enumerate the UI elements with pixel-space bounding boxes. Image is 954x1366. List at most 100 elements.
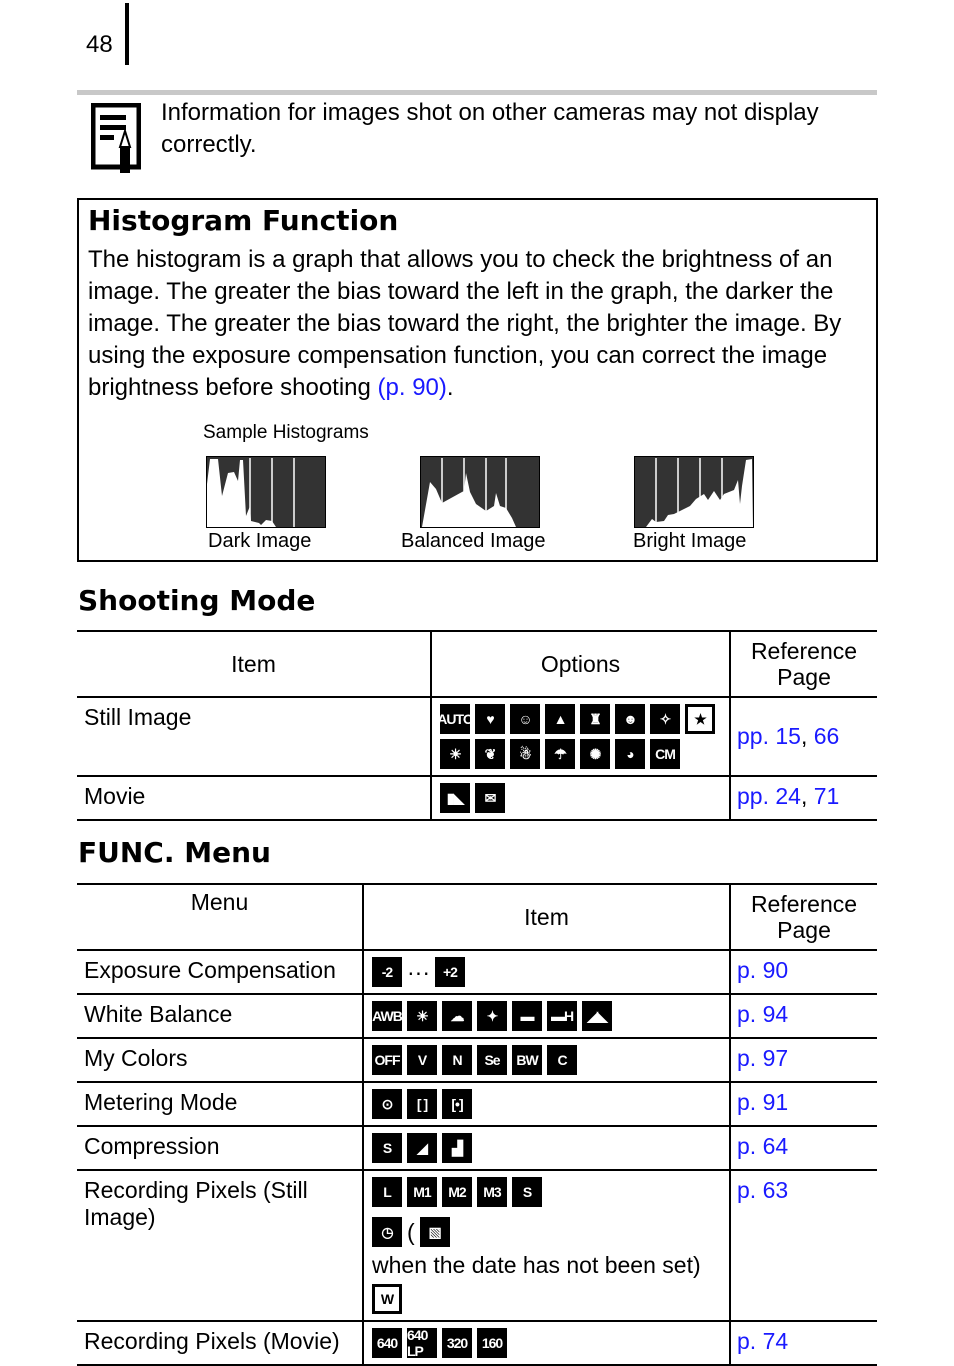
page-link-66[interactable]: 66 xyxy=(814,723,840,749)
row-items: 640 640 LP 320 160 xyxy=(362,1320,730,1366)
sunset-icon: ☀ xyxy=(440,739,470,769)
func-menu-table: Menu Item Reference Page Exposure Compen… xyxy=(77,883,877,1366)
note-text: Information for images shot on other cam… xyxy=(161,99,819,158)
balanced-image-caption: Balanced Image xyxy=(401,530,546,552)
note-pencil-icon xyxy=(91,103,141,173)
awb-icon: AWB xyxy=(372,1001,402,1031)
m2-icon: M2 xyxy=(442,1177,472,1207)
row-options: ▮◣ ✉ xyxy=(430,775,730,821)
indoor-party-icon: ✧ xyxy=(650,704,680,734)
shooting-mode-title: Shooting Mode xyxy=(78,584,316,617)
page-number-bar xyxy=(125,3,129,65)
histogram-function-box: Histogram Function The histogram is a gr… xyxy=(77,198,878,562)
date-stamp-icon: ◷ xyxy=(372,1217,402,1247)
row-items: AWB ☀ ☁ ✦ ▬ ▬H ◢◣ xyxy=(362,993,730,1039)
histogram-title: Histogram Function xyxy=(88,204,399,237)
page-link-90[interactable]: (p. 90) xyxy=(378,374,447,401)
tungsten-icon: ✦ xyxy=(477,1001,507,1031)
row-reference-link[interactable]: p. 64 xyxy=(729,1125,877,1171)
2-icon: +2 xyxy=(434,957,465,987)
special-scene-star-icon: ★ xyxy=(685,704,715,734)
header-options: Options xyxy=(430,630,730,698)
table-header-row: Item Options Reference Page xyxy=(77,630,877,698)
fine-icon: ◢ xyxy=(407,1133,437,1163)
underwater-icon: ◕ xyxy=(615,739,645,769)
row-menu: My Colors xyxy=(77,1037,363,1083)
movie-camera-icon: ▮◣ xyxy=(440,783,470,813)
landscape-icon: ▲ xyxy=(545,704,575,734)
header-item: Item xyxy=(77,630,431,698)
postcard-icon: ▧ xyxy=(419,1217,450,1247)
l-icon: L xyxy=(372,1177,402,1207)
v-icon: V xyxy=(407,1045,437,1075)
fluorescent-icon: ▬ xyxy=(512,1001,542,1031)
row-items: OFF V N Se BW C xyxy=(362,1037,730,1083)
sample-histograms-label: Sample Histograms xyxy=(203,422,369,443)
daylight-icon: ☀ xyxy=(407,1001,437,1031)
table-row: Recording Pixels (Movie) 640 640 LP 320 160 p… xyxy=(77,1320,877,1366)
foliage-icon: ❦ xyxy=(475,739,505,769)
2-icon: -2 xyxy=(372,957,402,987)
se-icon: Se xyxy=(477,1045,507,1075)
func-menu-title: FUNC. Menu xyxy=(78,836,271,869)
ref-prefix: pp. xyxy=(737,783,776,809)
color-swap-cm-icon: CM xyxy=(650,739,680,769)
spot-icon: [•] xyxy=(442,1089,472,1119)
s-icon: S xyxy=(512,1177,542,1207)
fireworks-icon: ✺ xyxy=(580,739,610,769)
table-header-row: Menu Item Reference Page xyxy=(77,883,877,951)
640-lp-icon: 640 LP xyxy=(407,1328,437,1358)
row-items: L M1 M2 M3 S ◷ (▧ when the date has not been … xyxy=(362,1169,730,1322)
dark-image-caption: Dark Image xyxy=(208,530,312,552)
m1-icon: M1 xyxy=(407,1177,437,1207)
row-reference-link[interactable]: p. 63 xyxy=(729,1169,877,1322)
header-reference-page: Reference Page xyxy=(729,630,877,698)
date-note-text: when the date has not been set) xyxy=(372,1252,701,1278)
row-reference-link[interactable]: p. 97 xyxy=(729,1037,877,1083)
ref-prefix: pp. xyxy=(737,723,776,749)
row-menu: Recording Pixels (Still Image) xyxy=(77,1169,363,1322)
ref-separator: , xyxy=(800,723,814,749)
row-reference-link[interactable]: p. 94 xyxy=(729,993,877,1039)
page-number: 48 xyxy=(86,31,113,58)
row-menu: Metering Mode xyxy=(77,1081,363,1127)
bw-icon: BW xyxy=(512,1045,542,1075)
row-items: -2 ··· +2 xyxy=(362,949,730,995)
center-weighted-icon: [ ] xyxy=(407,1089,437,1119)
160-icon: 160 xyxy=(477,1328,507,1358)
row-options: AUTO ♥ ☺ ▲ ♜ ☻ ✧ ★ ☀ ❦ ☃ ☂ ✺ ◕ CM xyxy=(430,696,730,777)
c-icon: C xyxy=(547,1045,577,1075)
custom-icon: ◢◣ xyxy=(582,1001,612,1031)
table-row: Compression S ◢ ▟ p. 64 xyxy=(77,1125,877,1171)
row-reference-link[interactable]: p. 91 xyxy=(729,1081,877,1127)
bright-histogram-icon xyxy=(634,456,754,528)
row-menu: White Balance xyxy=(77,993,363,1039)
cloudy-icon: ☁ xyxy=(442,1001,472,1031)
m3-icon: M3 xyxy=(477,1177,507,1207)
table-row: Metering Mode ⊙[ ] [•] p. 91 xyxy=(77,1081,877,1127)
portrait-icon: ☺ xyxy=(510,704,540,734)
auto-icon: AUTO xyxy=(440,704,470,734)
paren-open: ( xyxy=(407,1218,415,1245)
row-item: Still Image xyxy=(77,696,431,777)
histogram-body: The histogram is a graph that allows you… xyxy=(88,244,868,404)
page-link-15[interactable]: 15 xyxy=(775,723,801,749)
row-item: Movie xyxy=(77,775,431,821)
row-reference: pp. 24, 71 xyxy=(729,775,877,821)
top-divider xyxy=(77,90,877,95)
snow-icon: ☃ xyxy=(510,739,540,769)
n-icon: N xyxy=(442,1045,472,1075)
camera-heart-icon: ♥ xyxy=(475,704,505,734)
row-menu: Exposure Compensation xyxy=(77,949,363,995)
table-row: Still Image AUTO ♥ ☺ ▲ ♜ ☻ ✧ ★ ☀ ❦ ☃ ☂ ✺ ◕ CM pp. 15, … xyxy=(77,696,877,777)
histogram-body-text: The histogram is a graph that allows you… xyxy=(88,246,842,401)
row-reference-link[interactable]: p. 74 xyxy=(729,1320,877,1366)
page-link-24[interactable]: 24 xyxy=(775,783,801,809)
ref-separator: , xyxy=(800,783,814,809)
row-reference: pp. 15, 66 xyxy=(729,696,877,777)
header-item: Item xyxy=(362,883,730,951)
dark-histogram-icon xyxy=(206,456,326,528)
page-link-71[interactable]: 71 xyxy=(814,783,840,809)
row-reference-link[interactable]: p. 90 xyxy=(729,949,877,995)
kids-pets-icon: ☻ xyxy=(615,704,645,734)
